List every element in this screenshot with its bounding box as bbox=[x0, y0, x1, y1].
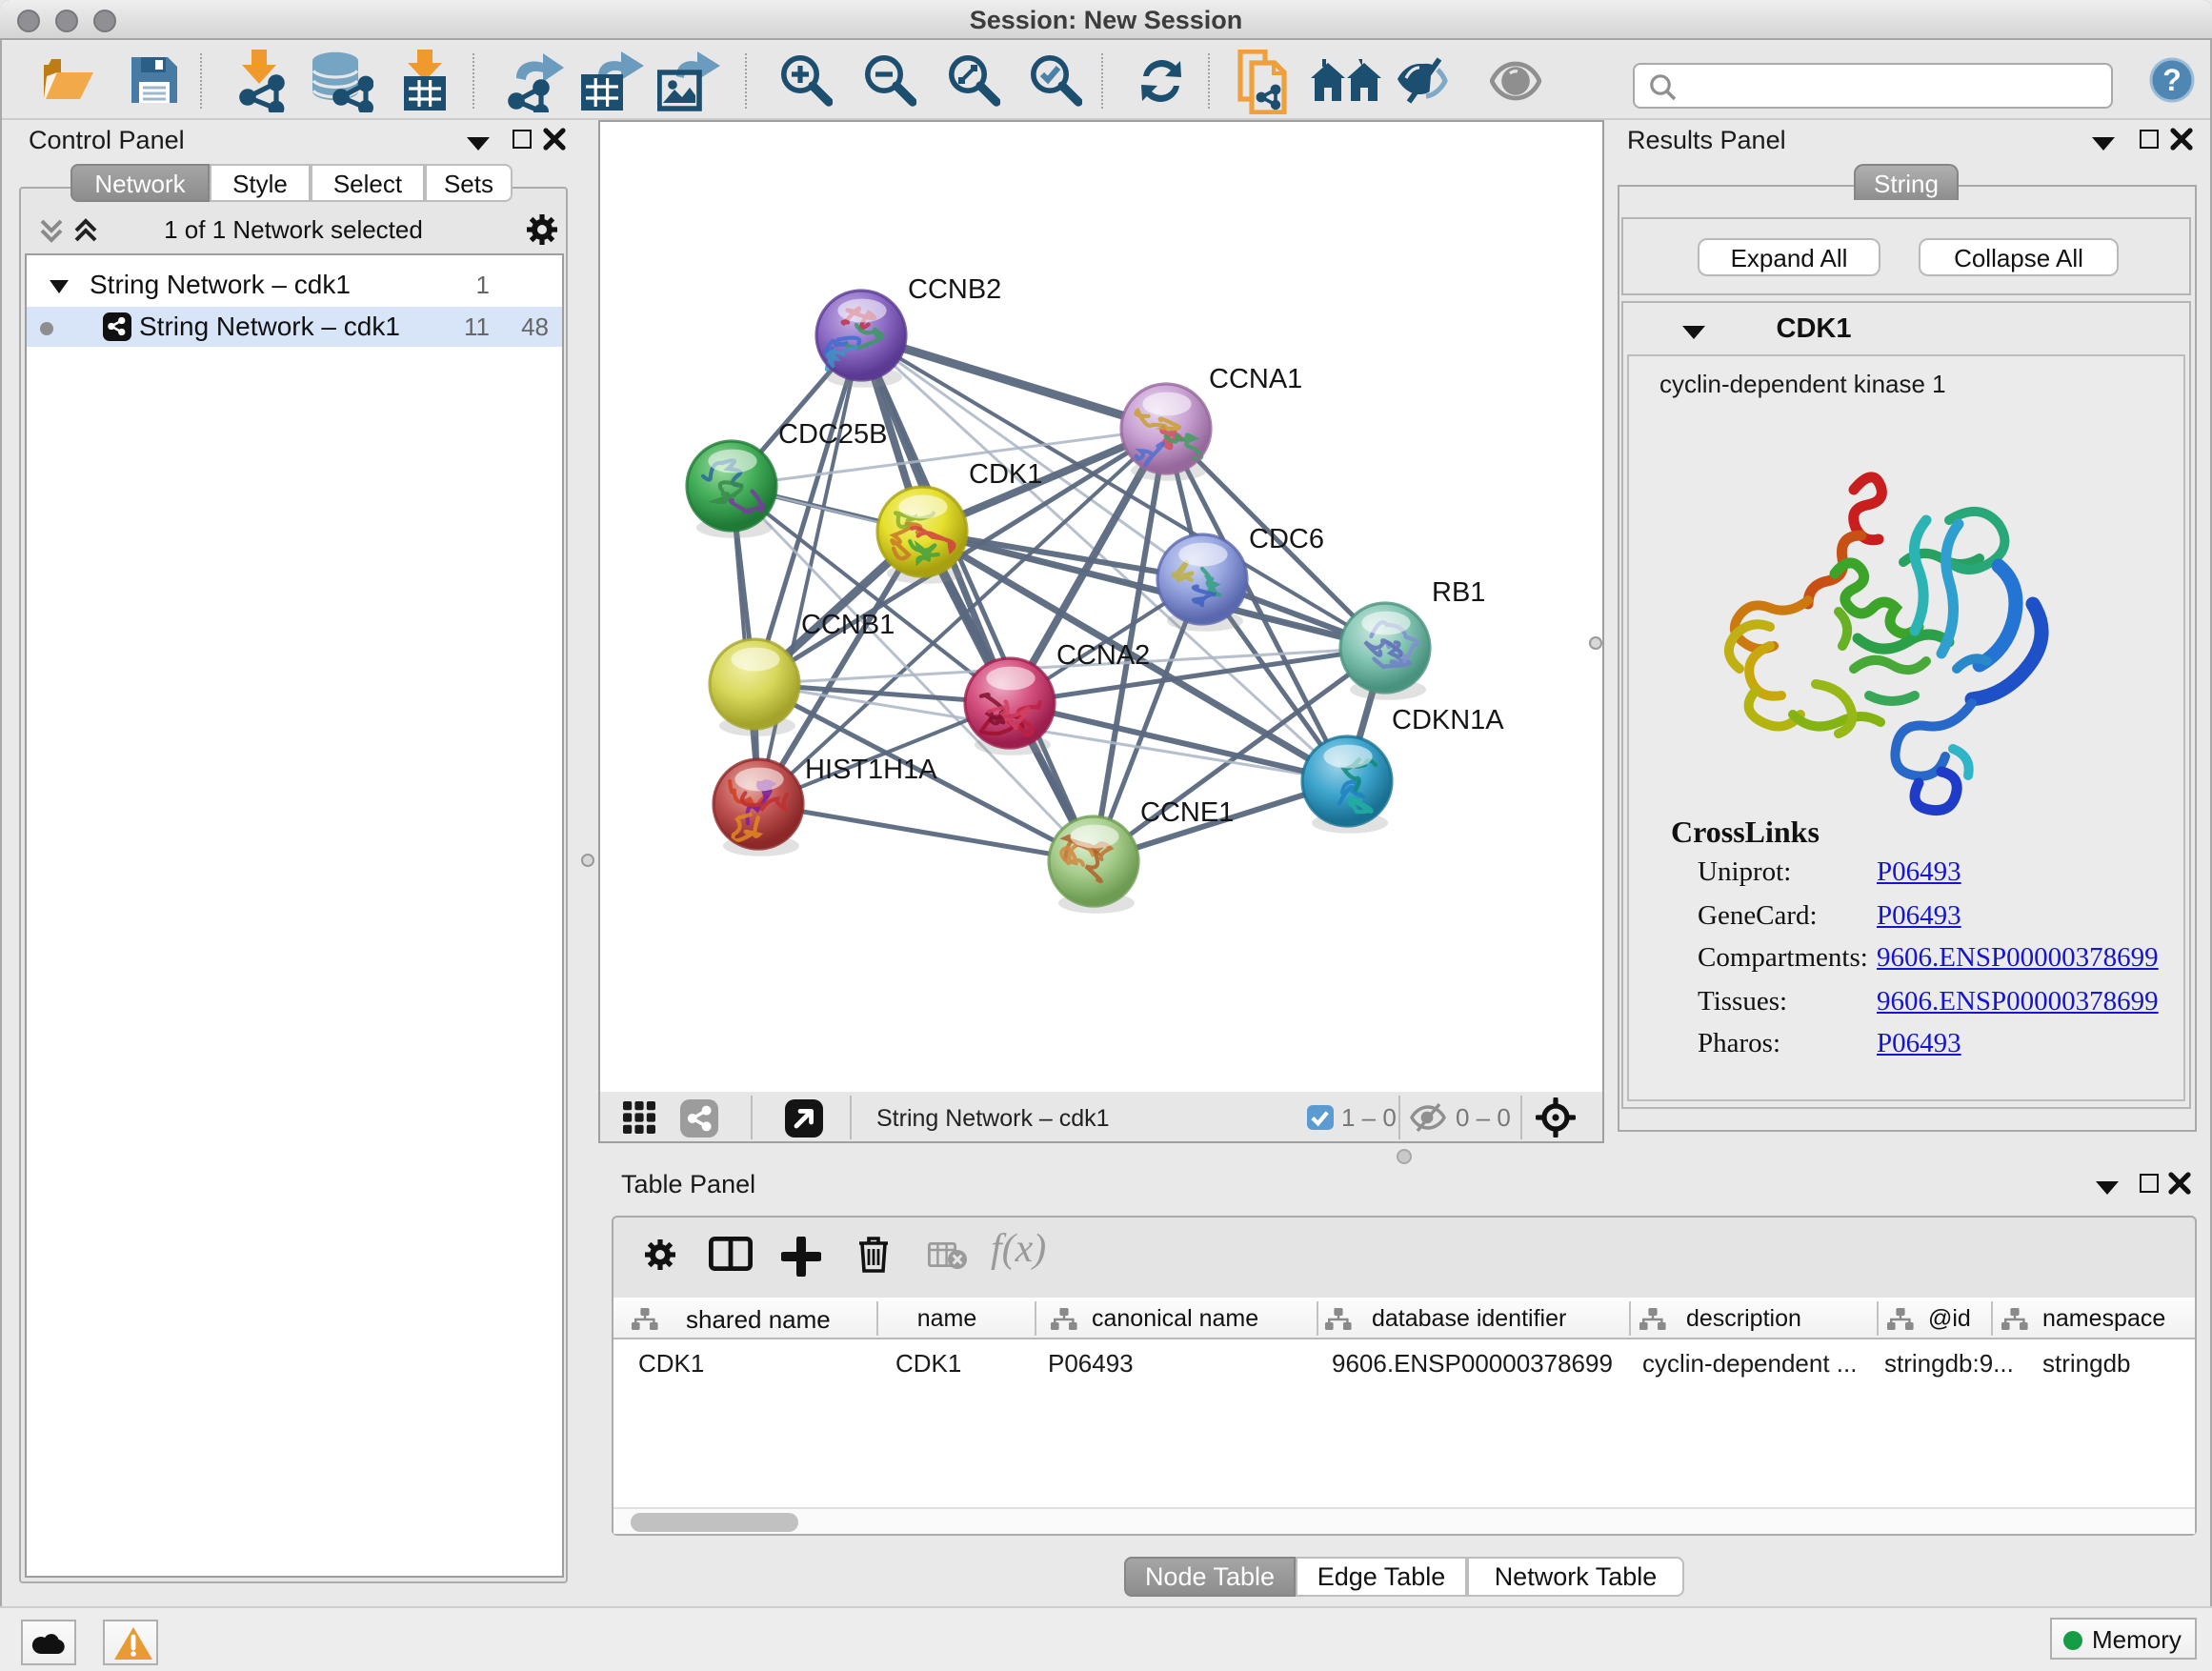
svg-text:CCNB2: CCNB2 bbox=[908, 274, 1001, 305]
svg-text:?: ? bbox=[2162, 63, 2182, 97]
svg-text:CCNE1: CCNE1 bbox=[1140, 797, 1234, 828]
svg-text:CDKN1A: CDKN1A bbox=[1392, 705, 1504, 735]
svg-text:CDK1: CDK1 bbox=[969, 459, 1042, 490]
svg-text:HIST1H1A: HIST1H1A bbox=[805, 755, 937, 785]
svg-text:CCNA1: CCNA1 bbox=[1209, 364, 1302, 394]
svg-text:CCNB1: CCNB1 bbox=[801, 610, 895, 640]
svg-text:CCNA2: CCNA2 bbox=[1056, 640, 1150, 671]
svg-text:CDC25B: CDC25B bbox=[778, 419, 887, 450]
svg-text:CDC6: CDC6 bbox=[1249, 524, 1324, 554]
svg-text:RB1: RB1 bbox=[1432, 577, 1485, 608]
